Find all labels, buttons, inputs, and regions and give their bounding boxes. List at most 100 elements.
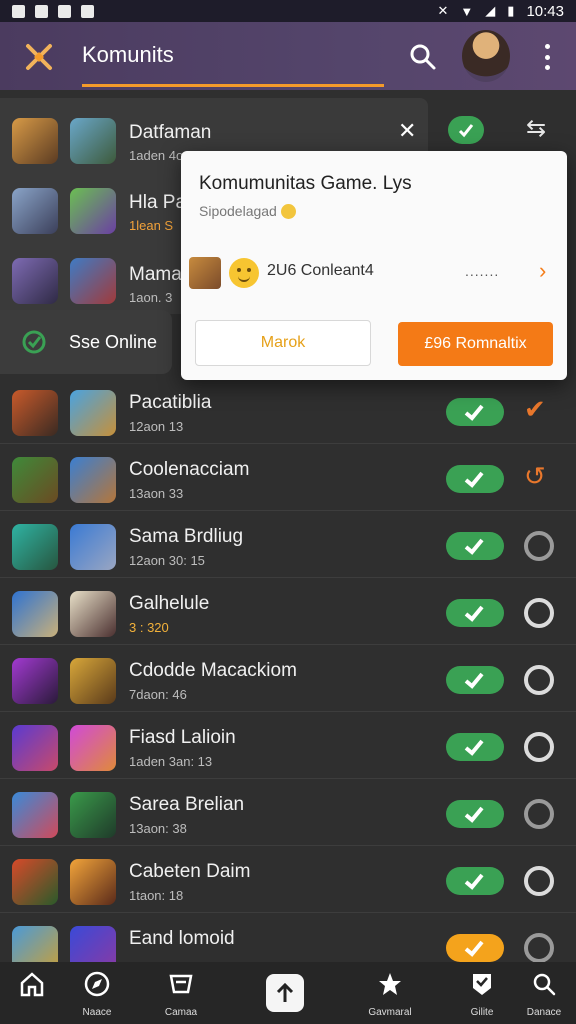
toggle-on[interactable] [446,867,504,895]
nav-search[interactable]: Danace [514,970,574,1020]
game-thumbnail [189,257,221,289]
badge-icon [473,974,491,995]
select-ring[interactable] [524,531,554,561]
swirl-icon[interactable]: ↺ [524,461,546,492]
nav-badge[interactable]: Gilite [452,970,512,1020]
list-item[interactable]: Pacatiblia 12aon 13 ✔ [0,378,576,444]
nav-star[interactable]: Gavmaral [360,970,420,1020]
item-name: Mama [129,264,182,285]
status-time: 10:43 [526,2,564,20]
check-icon [464,806,484,823]
game-thumbnail [12,258,58,304]
close-icon[interactable]: ✕ [398,118,416,144]
toggle-on[interactable] [446,934,504,962]
game-thumbnail [70,591,116,637]
game-thumbnail [70,792,116,838]
item-subtitle: 13aon: 38 [129,821,187,836]
toggle-on[interactable] [446,398,504,426]
emoji-icon [280,204,296,219]
dialog-title: Komumunitas Game. Lys [199,173,412,194]
check-icon [464,471,484,488]
app-header: Komunits [0,22,576,90]
wifi-icon: ▼ [460,3,474,19]
select-ring[interactable] [524,933,554,963]
item-name: Fiasd Lalioin [129,727,236,748]
share-icon[interactable]: ⇆ [526,114,546,143]
dialog-subtitle-text: Sipodelagad [199,203,277,219]
nav-label: Camaa [164,1007,198,1018]
toggle-on[interactable] [448,116,484,144]
smiley-icon [229,258,259,288]
select-ring[interactable] [524,665,554,695]
game-thumbnail [70,457,116,503]
crossed-swords-icon[interactable] [24,42,54,72]
item-subtitle: 7daon: 46 [129,687,187,702]
signal-icon: ◢ [485,3,496,18]
nav-label: Danace [526,1007,562,1018]
select-ring[interactable] [524,598,554,628]
check-icon [464,873,484,890]
cancel-button[interactable]: Marok [195,320,371,366]
game-thumbnail [12,591,58,637]
dialog-item[interactable]: 2U6 Conleant4 ....... › [189,255,559,289]
game-thumbnail [12,524,58,570]
check-icon [458,124,474,138]
title-underline [82,84,384,87]
nav-box[interactable]: Camaa [151,970,211,1020]
item-name: Datfaman [129,122,212,143]
toggle-on[interactable] [446,733,504,761]
upload-button[interactable] [266,974,304,1012]
item-name: Sama Brdliug [129,526,244,547]
game-thumbnail [12,658,58,704]
toggle-on[interactable] [446,666,504,694]
bottom-nav: Naace Camaa Gavmaral Gilite Danace [0,962,576,1024]
list-item[interactable]: Cabeten Daim 1taon: 18 [0,847,576,913]
item-subtitle: 1aden 3an: 13 [129,754,213,769]
list-item[interactable]: Galhelule 3 : 320 [0,579,576,645]
item-subtitle: 1taon: 18 [129,888,184,903]
list-item[interactable]: Fiasd Lalioin 1aden 3an: 13 [0,713,576,779]
game-thumbnail [12,188,58,234]
list-item[interactable]: Coolenacciam 13aon 33 ↺ [0,445,576,511]
select-ring[interactable] [524,732,554,762]
notification-icon [58,4,71,18]
status-right: ✕ ▼ ◢ ▮ 10:43 [438,3,564,20]
nav-home[interactable] [2,970,62,1020]
chevron-right-icon[interactable]: › [539,258,546,284]
toggle-on[interactable] [446,599,504,627]
search-icon[interactable] [408,42,438,72]
more-menu-icon[interactable] [540,44,554,70]
online-filter[interactable]: Sse Online [0,310,172,374]
nav-label: Gilite [470,1007,494,1018]
item-subtitle: 1lean S [129,218,174,233]
dialog-subtitle: Sipodelagad [199,203,296,219]
bird-icon[interactable]: ✔ [524,394,546,425]
avatar[interactable] [462,30,510,82]
nav-label: Naace [82,1007,112,1018]
check-icon [464,538,484,555]
item-name: Sarea Brelian [129,794,245,815]
game-thumbnail [12,457,58,503]
game-thumbnail [70,188,116,234]
item-subtitle: 12aon 13 [129,419,184,434]
list-item[interactable]: Sama Brdliug 12aon 30: 15 [0,512,576,578]
game-thumbnail [70,859,116,905]
item-name: Cdodde Macackiom [129,660,297,681]
list-item[interactable]: Sarea Brelian 13aon: 38 [0,780,576,846]
check-icon [464,605,484,622]
item-subtitle: 13aon 33 [129,486,184,501]
game-thumbnail [12,390,58,436]
game-dialog: Komumunitas Game. Lys Sipodelagad 2U6 Co… [181,151,567,380]
game-thumbnail [70,658,116,704]
toggle-on[interactable] [446,532,504,560]
primary-button[interactable]: £96 Romnaltix [398,322,553,366]
status-left-icons [12,4,94,18]
game-thumbnail [12,725,58,771]
toggle-on[interactable] [446,465,504,493]
game-thumbnail [70,118,116,164]
select-ring[interactable] [524,866,554,896]
select-ring[interactable] [524,799,554,829]
list-item[interactable]: Cdodde Macackiom 7daon: 46 [0,646,576,712]
nav-compass[interactable]: Naace [67,970,127,1020]
toggle-on[interactable] [446,800,504,828]
